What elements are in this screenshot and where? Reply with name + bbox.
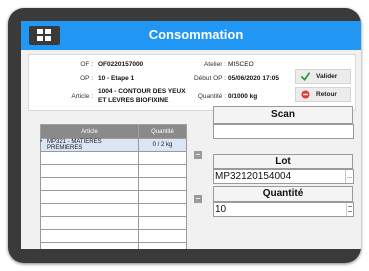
scroll-down-button[interactable] <box>194 195 202 203</box>
page-title: Consommation <box>148 27 244 42</box>
lot-browse-button[interactable]: ... <box>345 170 353 183</box>
table-row[interactable]: MP321 - MATIERES PREMIERES 0 / 2 kg <box>40 138 187 152</box>
lot-header: Lot <box>213 154 353 169</box>
table-row[interactable] <box>40 164 187 178</box>
quantite-field[interactable]: 10 <box>213 202 354 217</box>
valider-button[interactable]: Valider <box>295 69 351 84</box>
valider-label: Valider <box>316 73 338 80</box>
retour-button[interactable]: Retour <box>295 87 351 102</box>
quantite-header: Quantité <box>213 186 353 202</box>
debut-value: 05/06/2020 17:05 <box>228 75 279 82</box>
cell-article: MP321 - MATIERES PREMIERES <box>40 138 139 152</box>
debut-label: Début OP : <box>193 75 226 82</box>
atelier-label: Atelier : <box>203 61 226 68</box>
app-screen: Consommation OF : OF0220157000 OP : 10 -… <box>21 21 361 249</box>
lot-field[interactable]: MP32120154004 ... <box>213 169 354 184</box>
table-row[interactable] <box>40 203 187 217</box>
consumption-table: Article Quantité MP321 - MATIERES PREMIE… <box>40 124 187 249</box>
table-row[interactable] <box>40 177 187 191</box>
retour-label: Retour <box>316 91 337 98</box>
quantite-spinner[interactable] <box>346 203 353 216</box>
table-row[interactable] <box>40 216 187 230</box>
quantite-label: Quantité : <box>197 93 226 100</box>
lot-value: MP32120154004 <box>215 171 292 182</box>
quantite-input-value: 10 <box>215 204 227 215</box>
article-value-line2: ET LEVRES BIOFIXINE <box>98 97 169 104</box>
quantite-value: 0/1000 kg <box>228 93 258 100</box>
stop-icon <box>301 90 310 99</box>
scan-input[interactable] <box>213 124 354 139</box>
atelier-value: MISCEO <box>228 61 254 68</box>
table-row[interactable] <box>40 190 187 204</box>
scroll-up-button[interactable] <box>194 151 202 159</box>
of-value: OF0220157000 <box>98 61 144 68</box>
of-label: OF : <box>80 61 93 68</box>
column-header-article: Article <box>40 124 139 139</box>
table-row[interactable] <box>40 151 187 165</box>
table-row[interactable] <box>40 242 187 249</box>
current-row-marker: * <box>40 140 43 146</box>
info-panel: OF : OF0220157000 OP : 10 - Etape 1 Arti… <box>28 54 356 111</box>
table-row[interactable] <box>40 229 187 243</box>
cell-quantite: 0 / 2 kg <box>138 138 187 152</box>
checkmark-icon <box>301 72 310 81</box>
op-label: OP : <box>80 75 93 82</box>
tablet-frame: Consommation OF : OF0220157000 OP : 10 -… <box>8 8 361 263</box>
column-header-quantite: Quantité <box>138 124 187 139</box>
article-label: Article : <box>71 93 93 100</box>
op-value: 10 - Etape 1 <box>98 75 135 82</box>
title-bar: Consommation <box>21 21 361 50</box>
scan-header: Scan <box>213 106 353 124</box>
